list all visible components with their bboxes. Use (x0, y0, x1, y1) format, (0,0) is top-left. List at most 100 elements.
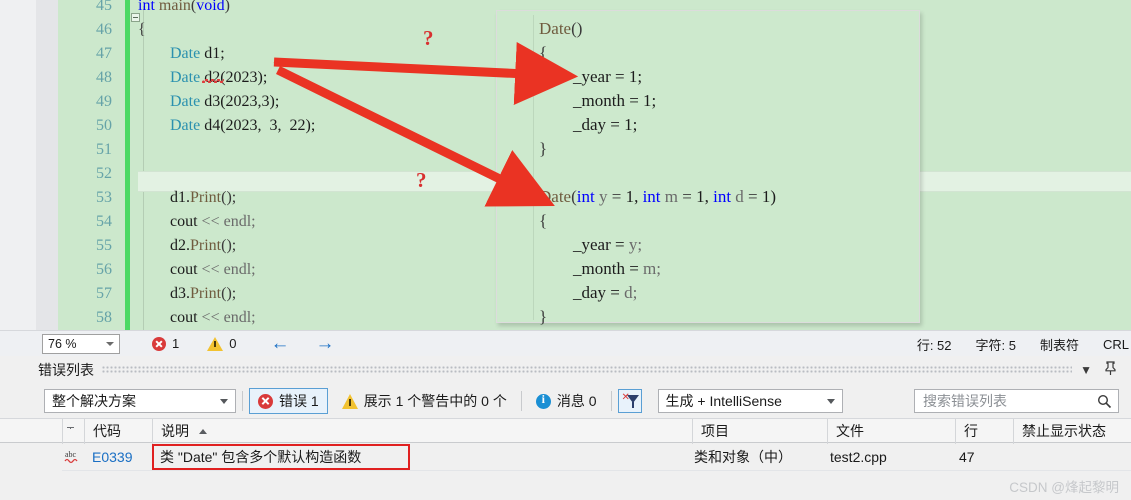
status-error-count: 1 (172, 336, 180, 351)
snippet-token: { (539, 43, 548, 62)
build-filter-value: 生成 + IntelliSense (665, 393, 782, 409)
code-line[interactable]: cout << endl; (170, 258, 256, 282)
snippet-token: _year = (573, 235, 629, 254)
snippet-token: m (660, 187, 683, 206)
watermark: CSDN @烽起黎明 (1009, 480, 1119, 495)
clear-filter-icon[interactable]: ✕ (617, 389, 642, 413)
prev-error-arrow-icon[interactable]: ← (270, 333, 289, 355)
pin-icon[interactable] (1104, 360, 1117, 380)
line-number: 56 (96, 261, 112, 278)
next-error-arrow-icon[interactable]: → (315, 333, 334, 355)
column-header-description[interactable]: 说明 (152, 419, 692, 444)
snippet-token: } (539, 139, 548, 158)
line-number: 51 (96, 141, 112, 158)
error-list-panel: 错误列表 ▼ 整个解决方案 错误 1 展示 1 个警告中的 0 个 i 消息 0… (0, 356, 1131, 500)
code-token: d1. (170, 189, 190, 206)
code-line[interactable]: d3.Print(); (170, 282, 236, 306)
constructor-code-snippet-overlay: Date(){_year = 1; _month = 1; _day = 1;} Da… (496, 10, 920, 326)
code-token: (); (221, 237, 237, 254)
panel-title: 错误列表 (38, 362, 94, 378)
editor-status-bar: 76 % 1 0 ← → 行: 52 字符: 5 制表符 CRL (0, 330, 1131, 356)
snippet-token: int (642, 187, 661, 206)
column-header-project[interactable]: 项目 (692, 419, 827, 444)
code-line[interactable]: Date d3(2023,3); (170, 90, 279, 114)
code-line[interactable]: cout << endl; (170, 210, 256, 234)
column-header-line[interactable]: 行 (955, 419, 1013, 444)
column-label-suppression: 禁止显示状态 (1022, 423, 1106, 439)
cell-description: 类 "Date" 包含多个默认构造函数 (160, 449, 362, 465)
snippet-token: () (571, 19, 583, 38)
row-left-margin (0, 468, 62, 496)
code-token: << (201, 213, 224, 230)
snippet-token: d; (624, 283, 638, 302)
snippet-line: _day = d; (573, 279, 637, 307)
snippet-token: 1; (624, 115, 638, 134)
code-token: Print (190, 237, 222, 254)
chevron-down-icon[interactable]: ▼ (1080, 363, 1092, 377)
status-bar-right: 行: 52 字符: 5 制表符 CRL (917, 331, 1131, 357)
svg-text:abc: abc (65, 450, 77, 459)
change-indicator-bar (125, 0, 130, 330)
build-intellisense-combobox[interactable]: 生成 + IntelliSense (657, 389, 843, 413)
scope-combobox[interactable]: 整个解决方案 (44, 389, 236, 413)
snippet-line: _day = 1; (573, 111, 637, 139)
line-number: 45 (96, 0, 112, 14)
search-error-list-input[interactable]: 搜索错误列表 (914, 389, 1119, 413)
cell-description-highlighted: 类 "Date" 包含多个默认构造函数 (152, 444, 410, 470)
column-options-icon (67, 427, 74, 429)
search-icon[interactable] (1097, 394, 1112, 409)
snippet-line: { (539, 39, 547, 67)
cell-line: 47 (959, 449, 975, 465)
code-line[interactable]: int main(void) (138, 0, 230, 18)
code-token: Date (170, 69, 201, 86)
errors-filter-button[interactable]: 错误 1 (249, 388, 328, 414)
column-header-suppression[interactable]: 禁止显示状态 (1013, 419, 1131, 444)
snippet-token: _month = (573, 259, 644, 278)
column-header-file[interactable]: 文件 (827, 419, 955, 444)
status-warning-group[interactable]: 0 (207, 336, 236, 351)
snippet-token: y; (628, 235, 643, 254)
code-line[interactable]: d1.Print(); (170, 186, 236, 210)
chevron-down-icon (220, 399, 228, 404)
snippet-token: _month = (573, 91, 644, 110)
cell-file: test2.cpp (830, 449, 887, 465)
code-token: ) (224, 0, 230, 14)
code-line[interactable]: Date d2(2023); (170, 66, 267, 90)
status-line-indicator: 行: 52 (916, 337, 952, 353)
code-line[interactable]: d2.Print(); (170, 234, 236, 258)
line-number: 49 (96, 93, 112, 110)
zoom-level-combobox[interactable]: 76 % (42, 333, 120, 354)
code-line[interactable]: Date d4(2023, 3, 22); (170, 114, 315, 138)
error-icon (258, 393, 273, 409)
fold-collapse-icon[interactable] (131, 13, 140, 22)
search-placeholder: 搜索错误列表 (923, 393, 1007, 409)
column-header-code[interactable]: 代码 (84, 419, 152, 444)
messages-filter-button[interactable]: 消息 0 (528, 388, 605, 414)
toolbar-separator (242, 391, 243, 411)
code-line[interactable]: cout << endl; (170, 306, 256, 330)
funnel-stem (631, 402, 634, 408)
error-list-table: 代码 说明 项目 文件 行 禁止显示状态 abc E0339 类 "Date" … (0, 418, 1131, 500)
column-header-icon[interactable] (62, 419, 82, 444)
status-error-group[interactable]: 1 (152, 336, 179, 351)
scope-value: 整个解决方案 (52, 393, 136, 409)
column-label-file: 文件 (836, 423, 864, 439)
code-line[interactable]: Date d1; (170, 42, 225, 66)
warnings-filter-button[interactable]: 展示 1 个警告中的 0 个 (334, 388, 515, 414)
snippet-token: m; (643, 259, 661, 278)
snippet-token: 1; (643, 91, 657, 110)
toolbar-separator (520, 391, 522, 411)
code-token: d1; (200, 45, 225, 62)
status-warning-count: 0 (229, 336, 237, 351)
table-row[interactable]: abc E0339 类 "Date" 包含多个默认构造函数 类和对象（中） te… (0, 443, 1131, 496)
snippet-token: _year = (573, 67, 629, 86)
line-number: 57 (96, 285, 112, 302)
code-token: d2(2023); (200, 69, 268, 86)
line-number: 47 (96, 45, 112, 62)
warning-icon (341, 393, 358, 409)
sort-ascending-icon (198, 429, 207, 434)
editor-breakpoint-gutter[interactable] (36, 0, 58, 330)
code-token: (); (221, 189, 237, 206)
code-token: cout (170, 309, 202, 326)
clear-x-mark: ✕ (621, 392, 630, 403)
